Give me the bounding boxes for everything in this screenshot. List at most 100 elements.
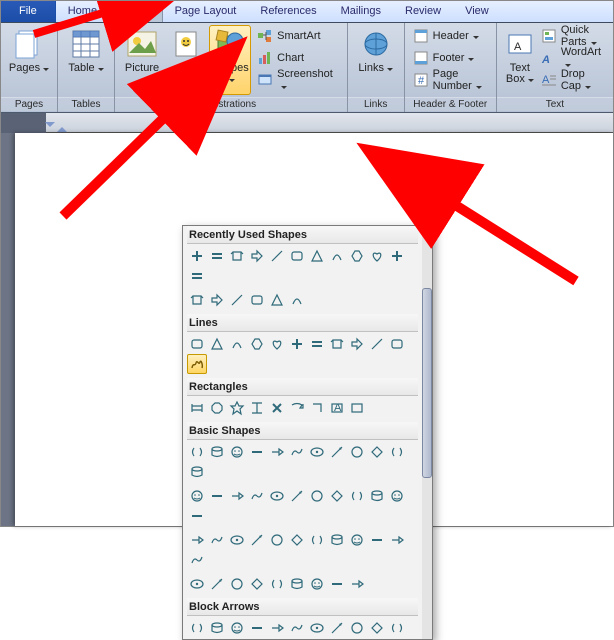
shape-item[interactable] [307, 530, 327, 550]
shape-item[interactable] [327, 530, 347, 550]
shape-item[interactable] [227, 486, 247, 506]
tab-insert[interactable]: Insert [109, 1, 163, 22]
shape-item[interactable] [387, 530, 407, 550]
scrollbar-thumb[interactable] [422, 288, 432, 478]
shape-item[interactable] [347, 442, 367, 462]
shape-item[interactable] [207, 398, 227, 418]
shape-item[interactable] [187, 334, 207, 354]
shape-item[interactable] [287, 334, 307, 354]
file-tab[interactable]: File [1, 1, 56, 22]
horizontal-ruler[interactable] [1, 113, 613, 133]
shape-item[interactable] [187, 574, 207, 594]
shape-item[interactable] [207, 618, 227, 638]
links-button[interactable]: Links [354, 25, 398, 95]
shape-item[interactable] [187, 442, 207, 462]
shape-item[interactable] [367, 618, 387, 638]
shapes-button[interactable]: Shapes [209, 25, 251, 95]
shape-item[interactable] [207, 486, 227, 506]
shape-item[interactable] [327, 574, 347, 594]
shape-item[interactable] [347, 334, 367, 354]
shape-item[interactable] [367, 334, 387, 354]
tab-review[interactable]: Review [393, 1, 453, 22]
shape-item[interactable] [207, 290, 227, 310]
shape-item[interactable] [287, 442, 307, 462]
gallery-scrollbar[interactable] [422, 226, 432, 639]
shape-item[interactable] [207, 246, 227, 266]
shape-item[interactable] [347, 574, 367, 594]
shape-item[interactable] [347, 398, 367, 418]
shape-item[interactable] [227, 334, 247, 354]
shape-item[interactable] [267, 530, 287, 550]
shape-item[interactable] [227, 618, 247, 638]
shape-item[interactable] [187, 290, 207, 310]
picture-button[interactable]: Picture [121, 25, 163, 95]
shape-item[interactable] [187, 398, 207, 418]
shape-item[interactable] [227, 290, 247, 310]
shape-item[interactable] [227, 442, 247, 462]
shape-item[interactable] [247, 530, 267, 550]
shape-item[interactable] [327, 246, 347, 266]
shape-item[interactable] [387, 486, 407, 506]
wordart-button[interactable]: A WordArt [539, 47, 607, 69]
shape-item[interactable] [307, 246, 327, 266]
shape-item[interactable] [287, 290, 307, 310]
shape-item[interactable] [207, 530, 227, 550]
shape-item[interactable] [247, 246, 267, 266]
shape-item[interactable] [287, 618, 307, 638]
shape-item[interactable] [287, 574, 307, 594]
textbox-button[interactable]: A Text Box [503, 25, 537, 95]
shape-item[interactable] [327, 442, 347, 462]
pages-button[interactable]: Pages [7, 25, 51, 95]
shape-item[interactable] [387, 442, 407, 462]
shape-item[interactable] [187, 462, 207, 482]
shape-item[interactable] [307, 442, 327, 462]
shape-item[interactable] [267, 290, 287, 310]
shape-item[interactable] [367, 246, 387, 266]
screenshot-button[interactable]: Screenshot [255, 69, 341, 91]
indent-marker-icon[interactable] [57, 122, 67, 132]
shape-item[interactable] [307, 486, 327, 506]
shape-item[interactable] [367, 442, 387, 462]
shape-item[interactable] [367, 486, 387, 506]
shape-item[interactable] [387, 618, 407, 638]
shape-item[interactable] [227, 246, 247, 266]
shape-item[interactable] [227, 574, 247, 594]
shape-item[interactable]: A [327, 398, 347, 418]
shape-item[interactable] [347, 530, 367, 550]
shape-item[interactable] [347, 486, 367, 506]
shape-item[interactable] [247, 574, 267, 594]
shape-item[interactable] [187, 486, 207, 506]
tab-page-layout[interactable]: Page Layout [163, 1, 249, 22]
table-button[interactable]: Table [64, 25, 108, 95]
shape-item[interactable] [187, 638, 207, 639]
shape-item[interactable] [207, 442, 227, 462]
shape-item[interactable] [207, 334, 227, 354]
shape-item[interactable] [327, 618, 347, 638]
shape-item[interactable] [387, 246, 407, 266]
shape-item[interactable] [227, 530, 247, 550]
shape-item[interactable] [187, 266, 207, 286]
shape-item[interactable] [267, 618, 287, 638]
shape-item[interactable] [287, 486, 307, 506]
shape-item[interactable] [247, 398, 267, 418]
indent-marker-icon[interactable] [45, 122, 55, 132]
shape-item[interactable] [247, 486, 267, 506]
shape-item[interactable] [347, 246, 367, 266]
shape-item[interactable] [267, 334, 287, 354]
shape-item[interactable] [307, 334, 327, 354]
shape-item[interactable] [187, 530, 207, 550]
clipart-button[interactable]: Clip Art [165, 25, 207, 95]
shape-item[interactable] [307, 398, 327, 418]
shape-item[interactable] [267, 442, 287, 462]
dropcap-button[interactable]: A Drop Cap [539, 69, 607, 91]
shape-item[interactable] [307, 574, 327, 594]
shape-item[interactable] [287, 398, 307, 418]
shape-item[interactable] [247, 618, 267, 638]
header-button[interactable]: Header [411, 25, 490, 47]
shape-item[interactable] [327, 486, 347, 506]
shape-item[interactable] [267, 246, 287, 266]
quickparts-button[interactable]: Quick Parts [539, 25, 607, 47]
shape-item-scribble[interactable] [187, 354, 207, 374]
shape-item[interactable] [187, 246, 207, 266]
shape-item[interactable] [267, 574, 287, 594]
